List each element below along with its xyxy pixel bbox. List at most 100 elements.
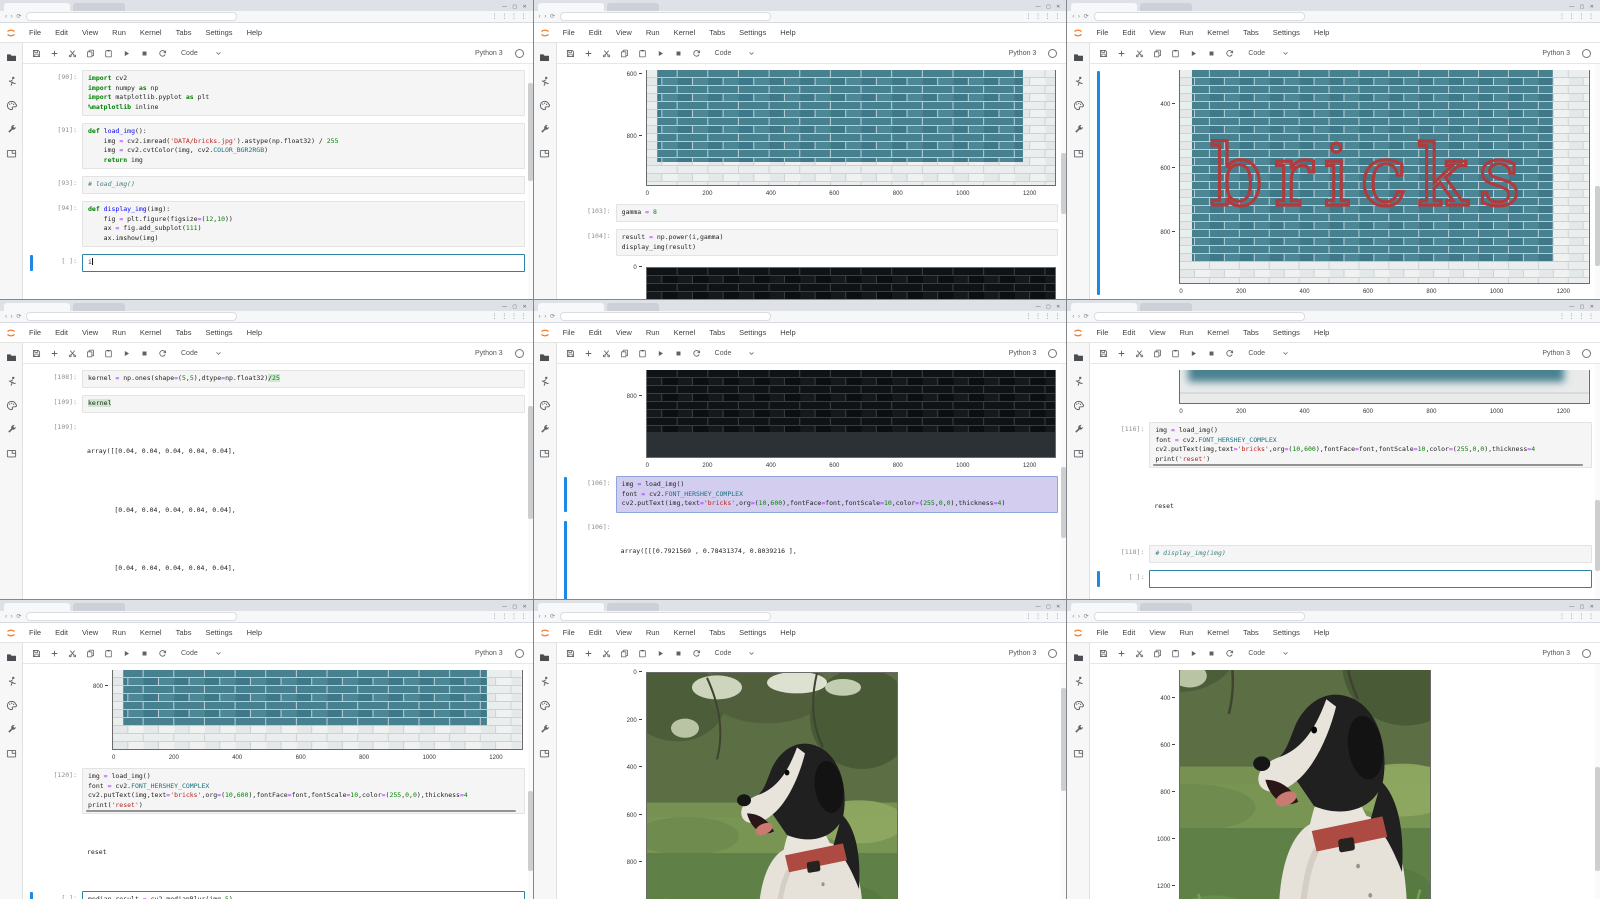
copy-cell-icon[interactable] [1153, 49, 1162, 58]
browser-tab[interactable] [1140, 3, 1193, 11]
restart-kernel-icon[interactable] [692, 349, 701, 358]
address-bar[interactable] [1093, 312, 1305, 321]
command-palette-icon[interactable] [6, 700, 17, 711]
menu-help[interactable]: Help [773, 324, 802, 342]
browser-extension-icons[interactable]: ⋮ ⋮ ⋮ ⋮ [1025, 312, 1061, 322]
browser-extension-icons[interactable]: ⋮ ⋮ ⋮ ⋮ [492, 612, 528, 622]
restart-kernel-icon[interactable] [1225, 349, 1234, 358]
copy-cell-icon[interactable] [86, 649, 95, 658]
running-kernels-icon[interactable] [539, 676, 550, 687]
notebook-scrollbar[interactable] [1595, 664, 1600, 899]
cut-cell-icon[interactable] [1135, 49, 1144, 58]
browser-tab[interactable] [1140, 303, 1193, 311]
browser-tab-active[interactable] [4, 3, 70, 11]
notebook-content[interactable]: [108]: kernel = np.ones(shape=(5,5),dtype… [23, 364, 533, 599]
code-cell[interactable]: kernel = np.ones(shape=(5,5),dtype=np.fl… [82, 370, 525, 388]
active-code-cell[interactable]: median_result = cv2.medianBlur(img,5)dis [82, 890, 525, 899]
menu-help[interactable]: Help [240, 324, 269, 342]
kernel-name-label[interactable]: Python 3 [1542, 50, 1570, 57]
window-controls[interactable]: — ▢ ✕ [1569, 603, 1596, 611]
open-tabs-icon[interactable] [6, 748, 17, 759]
cell-type-dropdown[interactable]: Code [181, 50, 198, 57]
save-icon[interactable] [32, 649, 41, 658]
paste-cell-icon[interactable] [1171, 648, 1180, 658]
notebook-content[interactable]: 400 600 800 1000 1200 [1090, 664, 1600, 899]
browser-tab-active[interactable] [537, 3, 604, 11]
code-cell[interactable]: img = load_img() font = cv2.FONT_HERSHEY_… [1149, 422, 1592, 468]
browser-tab[interactable] [73, 303, 125, 311]
menu-help[interactable]: Help [240, 624, 269, 642]
cell-type-dropdown[interactable]: Code [1248, 50, 1265, 57]
copy-cell-icon[interactable] [86, 49, 95, 58]
window-controls[interactable]: — ▢ ✕ [502, 303, 529, 311]
menu-help[interactable]: Help [1307, 624, 1336, 642]
chevron-down-icon[interactable] [1282, 650, 1289, 657]
menu-view[interactable]: View [1142, 624, 1172, 642]
copy-cell-icon[interactable] [1153, 349, 1162, 358]
kernel-name-label[interactable]: Python 3 [475, 50, 503, 57]
run-cell-icon[interactable] [656, 349, 665, 358]
code-cell[interactable]: # display_img(img) [1149, 544, 1592, 563]
paste-cell-icon[interactable] [104, 648, 113, 658]
menu-settings[interactable]: Settings [732, 24, 773, 42]
browser-tab-active[interactable] [1071, 3, 1138, 11]
menu-tabs[interactable]: Tabs [169, 624, 199, 642]
menu-kernel[interactable]: Kernel [133, 324, 169, 342]
menu-tabs[interactable]: Tabs [169, 24, 199, 42]
browser-extension-icons[interactable]: ⋮ ⋮ ⋮ ⋮ [1559, 312, 1595, 322]
notebook-scrollbar[interactable] [1595, 364, 1600, 599]
stop-kernel-icon[interactable] [140, 349, 149, 358]
notebook-content[interactable]: 600 800 0 200 400 600 800 1000 1200 [103… [556, 64, 1067, 299]
code-cell[interactable]: import cv2 import numpy as np import matpl… [82, 70, 525, 116]
menu-settings[interactable]: Settings [198, 24, 239, 42]
notebook-content[interactable]: 800 0 200 400 600 800 1000 1200 [23, 664, 533, 899]
running-kernels-icon[interactable] [539, 76, 550, 87]
restart-kernel-icon[interactable] [692, 649, 701, 658]
cut-cell-icon[interactable] [68, 49, 77, 58]
code-cell[interactable]: kernel [82, 395, 525, 413]
run-cell-icon[interactable] [122, 649, 131, 658]
menu-help[interactable]: Help [773, 24, 802, 42]
menu-run[interactable]: Run [105, 324, 133, 342]
notebook-scrollbar[interactable] [527, 64, 533, 299]
menu-edit[interactable]: Edit [48, 324, 75, 342]
notebook-content[interactable]: [90]: import cv2 import numpy as np import … [23, 64, 533, 299]
command-palette-icon[interactable] [1073, 400, 1084, 411]
add-cell-icon[interactable] [1117, 649, 1126, 658]
copy-cell-icon[interactable] [620, 49, 629, 58]
browser-tab-active[interactable] [4, 303, 70, 311]
cell-type-dropdown[interactable]: Code [715, 650, 732, 657]
selected-code-cell[interactable]: img = load_img() font = cv2.FONT_HERSHEY_… [615, 476, 1059, 513]
address-bar[interactable] [26, 312, 238, 321]
stop-kernel-icon[interactable] [1207, 349, 1216, 358]
menu-file[interactable]: File [22, 624, 48, 642]
window-controls[interactable]: — ▢ ✕ [1036, 303, 1063, 311]
address-bar[interactable] [560, 12, 772, 21]
paste-cell-icon[interactable] [1171, 48, 1180, 58]
kernel-name-label[interactable]: Python 3 [1542, 350, 1570, 357]
chevron-down-icon[interactable] [748, 50, 755, 57]
run-cell-icon[interactable] [122, 349, 131, 358]
chevron-down-icon[interactable] [748, 650, 755, 657]
menu-settings[interactable]: Settings [1266, 24, 1307, 42]
paste-cell-icon[interactable] [638, 348, 647, 358]
cut-cell-icon[interactable] [1135, 649, 1144, 658]
menu-kernel[interactable]: Kernel [667, 324, 703, 342]
save-icon[interactable] [1099, 49, 1108, 58]
run-cell-icon[interactable] [1189, 649, 1198, 658]
add-cell-icon[interactable] [50, 49, 59, 58]
menu-edit[interactable]: Edit [48, 24, 75, 42]
cell-type-dropdown[interactable]: Code [181, 650, 198, 657]
file-browser-icon[interactable] [539, 652, 550, 663]
menu-file[interactable]: File [1089, 24, 1115, 42]
property-inspector-icon[interactable] [6, 724, 17, 735]
kernel-name-label[interactable]: Python 3 [1009, 350, 1037, 357]
menu-tabs[interactable]: Tabs [1236, 624, 1266, 642]
browser-nav-icons[interactable]: ‹ › ⟳ [539, 612, 556, 622]
open-tabs-icon[interactable] [539, 748, 550, 759]
add-cell-icon[interactable] [50, 649, 59, 658]
menu-help[interactable]: Help [1307, 324, 1336, 342]
kernel-name-label[interactable]: Python 3 [475, 650, 503, 657]
notebook-content[interactable]: 0 200 400 600 800 [556, 664, 1067, 899]
add-cell-icon[interactable] [50, 349, 59, 358]
